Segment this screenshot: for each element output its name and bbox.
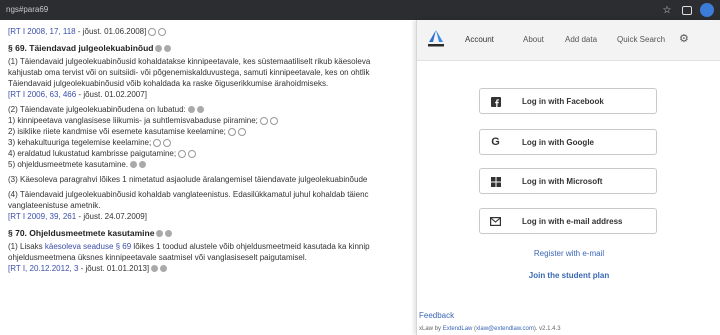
profile-avatar-icon[interactable]: [700, 3, 714, 17]
list-item-text: 2) isiklike riiete kandmise või esemete …: [8, 127, 226, 136]
facebook-icon: [490, 96, 501, 107]
reference-date: - jõust. 01.01.2013]: [78, 264, 150, 273]
extendlaw-link[interactable]: ExtendLaw: [443, 326, 473, 332]
circle-icon[interactable]: [163, 138, 172, 147]
section-heading-text: § 69. Täiendavad julgeolekuabinõud: [8, 43, 154, 53]
circle-icon[interactable]: [269, 116, 278, 125]
gear-icon[interactable]: ⚙: [679, 32, 689, 45]
section-heading-70: § 70. Ohjeldusmeetmete kasutamine: [8, 228, 430, 239]
paragraph-line: Täiendavaid julgeolekuabinõusid võib koh…: [8, 79, 329, 88]
paragraph-line: (1) Lisaks käesoleva seaduse § 69 lõikes…: [8, 241, 430, 252]
paragraph-text: (1) Lisaks: [8, 242, 45, 251]
ref-line: [RT I, 20.12.2012, 3 - jõust. 01.01.2013…: [8, 263, 430, 274]
envelope-icon: [490, 216, 501, 227]
extension-icon[interactable]: [680, 3, 694, 17]
tab-quick-search[interactable]: Quick Search: [617, 35, 665, 44]
section-heading-text: § 70. Ohjeldusmeetmete kasutamine: [8, 228, 155, 238]
button-label: Log in with Microsoft: [522, 177, 603, 186]
dot-icon[interactable]: [130, 161, 138, 169]
reference-date: - jõust. 24.07.2009]: [76, 212, 147, 221]
circle-icon[interactable]: [148, 27, 157, 36]
button-label: Log in with Facebook: [522, 97, 604, 106]
xlaw-extension-popup: Account About Add data Quick Search ⚙ Lo…: [416, 20, 720, 335]
browser-toolbar: ngs#para69 ☆: [0, 0, 720, 20]
footer-text: xLaw by: [419, 326, 443, 332]
login-facebook-button[interactable]: Log in with Facebook: [479, 88, 657, 114]
ref-line: [RT I 2009, 39, 261 - jõust. 24.07.2009]: [8, 211, 430, 222]
paragraph-line: (2) Täiendavate julgeolekuabinõudena on …: [8, 104, 430, 115]
rt-reference-link[interactable]: [RT I 2009, 39, 261: [8, 212, 76, 221]
dot-icon[interactable]: [196, 106, 204, 114]
footer-text: ). v2.1.4.3: [533, 326, 561, 332]
list-item-text: 1) kinnipeetava vanglasisese liikumis- j…: [8, 116, 258, 125]
ref-line: [RT I 2006, 63, 466 - jõust. 01.02.2007]: [8, 89, 430, 100]
reference-date: - jõust. 01.06.2008]: [75, 27, 147, 36]
register-email-link[interactable]: Register with e-mail: [417, 249, 720, 258]
button-label: Log in with e-mail address: [522, 217, 623, 226]
toolbar-icons: ☆: [660, 3, 714, 17]
reference-date: - jõust. 01.02.2007]: [76, 90, 147, 99]
paragraph-line: ohjeldusmeetmena üksnes kinnipeetavale s…: [8, 253, 307, 262]
legal-document: [RT I 2008, 17, 118 - jõust. 01.06.2008]…: [0, 20, 430, 335]
circle-icon[interactable]: [188, 149, 197, 158]
version-footer: xLaw by ExtendLaw (xlaw@extendlaw.com). …: [419, 326, 561, 332]
circle-icon[interactable]: [153, 138, 162, 147]
paragraph-line: (1) Täiendavaid julgeolekuabinõusid koha…: [8, 57, 371, 66]
feedback-link[interactable]: Feedback: [419, 311, 454, 320]
tab-add-data[interactable]: Add data: [565, 35, 597, 44]
tab-account[interactable]: Account: [465, 35, 494, 44]
rt-reference-link[interactable]: [RT I 2008, 17, 118: [8, 27, 76, 36]
login-microsoft-button[interactable]: Log in with Microsoft: [479, 168, 657, 194]
microsoft-icon: [490, 176, 501, 187]
xlaw-logo-icon[interactable]: [425, 28, 447, 50]
list-item: 3) kehakultuuriga tegelemise keelamine;: [8, 137, 430, 148]
list-item-text: 4) eraldatud lukustatud kambrisse paigut…: [8, 149, 177, 158]
student-plan-link[interactable]: Join the student plan: [417, 271, 720, 280]
paragraph-line: kahjustab oma tervist või on suitsiidi- …: [8, 68, 370, 77]
login-email-button[interactable]: Log in with e-mail address: [479, 208, 657, 234]
dot-icon[interactable]: [164, 45, 172, 53]
popup-nav: Account About Add data Quick Search ⚙: [417, 20, 720, 61]
tab-about[interactable]: About: [523, 35, 544, 44]
paragraph-line: vanglateenistuse ametnik.: [8, 201, 101, 210]
google-icon: G: [491, 135, 500, 148]
circle-icon[interactable]: [259, 116, 268, 125]
list-item: 5) ohjeldusmeetmete kasutamine.: [8, 159, 430, 170]
dot-icon[interactable]: [165, 230, 173, 238]
circle-icon[interactable]: [227, 127, 236, 136]
email-link[interactable]: xlaw@extendlaw.com: [476, 326, 534, 332]
rt-reference-link[interactable]: [RT I, 20.12.2012, 3: [8, 264, 78, 273]
circle-icon[interactable]: [178, 149, 187, 158]
paragraph-line: (4) Täiendavaid julgeolekuabinõusid koha…: [8, 190, 369, 199]
circle-icon[interactable]: [237, 127, 246, 136]
login-google-button[interactable]: G Log in with Google: [479, 129, 657, 155]
paragraph-text: lõikes 1 toodud alustele võib ohjeldusme…: [131, 242, 370, 251]
circle-icon[interactable]: [158, 27, 167, 36]
list-item: 1) kinnipeetava vanglasisese liikumis- j…: [8, 115, 430, 126]
list-item: 2) isiklike riiete kandmise või esemete …: [8, 126, 430, 137]
button-label: Log in with Google: [522, 138, 594, 147]
bookmark-star-icon[interactable]: ☆: [660, 3, 674, 17]
dot-icon[interactable]: [155, 45, 163, 53]
ref-line: [RT I 2008, 17, 118 - jõust. 01.06.2008]: [8, 26, 430, 37]
dot-icon[interactable]: [151, 265, 159, 273]
rt-reference-link[interactable]: [RT I 2006, 63, 466: [8, 90, 76, 99]
paragraph-line: (3) Käesoleva paragrahvi lõikes 1 nimeta…: [8, 175, 368, 184]
list-item: 4) eraldatud lukustatud kambrisse paigut…: [8, 148, 430, 159]
dot-icon[interactable]: [139, 161, 147, 169]
dot-icon[interactable]: [160, 265, 168, 273]
list-item-text: 5) ohjeldusmeetmete kasutamine.: [8, 160, 129, 169]
paragraph-text: (2) Täiendavate julgeolekuabinõudena on …: [8, 105, 186, 114]
section-link[interactable]: käesoleva seaduse § 69: [45, 242, 131, 251]
dot-icon[interactable]: [187, 106, 195, 114]
address-bar-url[interactable]: ngs#para69: [6, 5, 48, 14]
list-item-text: 3) kehakultuuriga tegelemise keelamine;: [8, 138, 152, 147]
dot-icon[interactable]: [156, 230, 164, 238]
section-heading-69: § 69. Täiendavad julgeolekuabinõud: [8, 43, 430, 54]
